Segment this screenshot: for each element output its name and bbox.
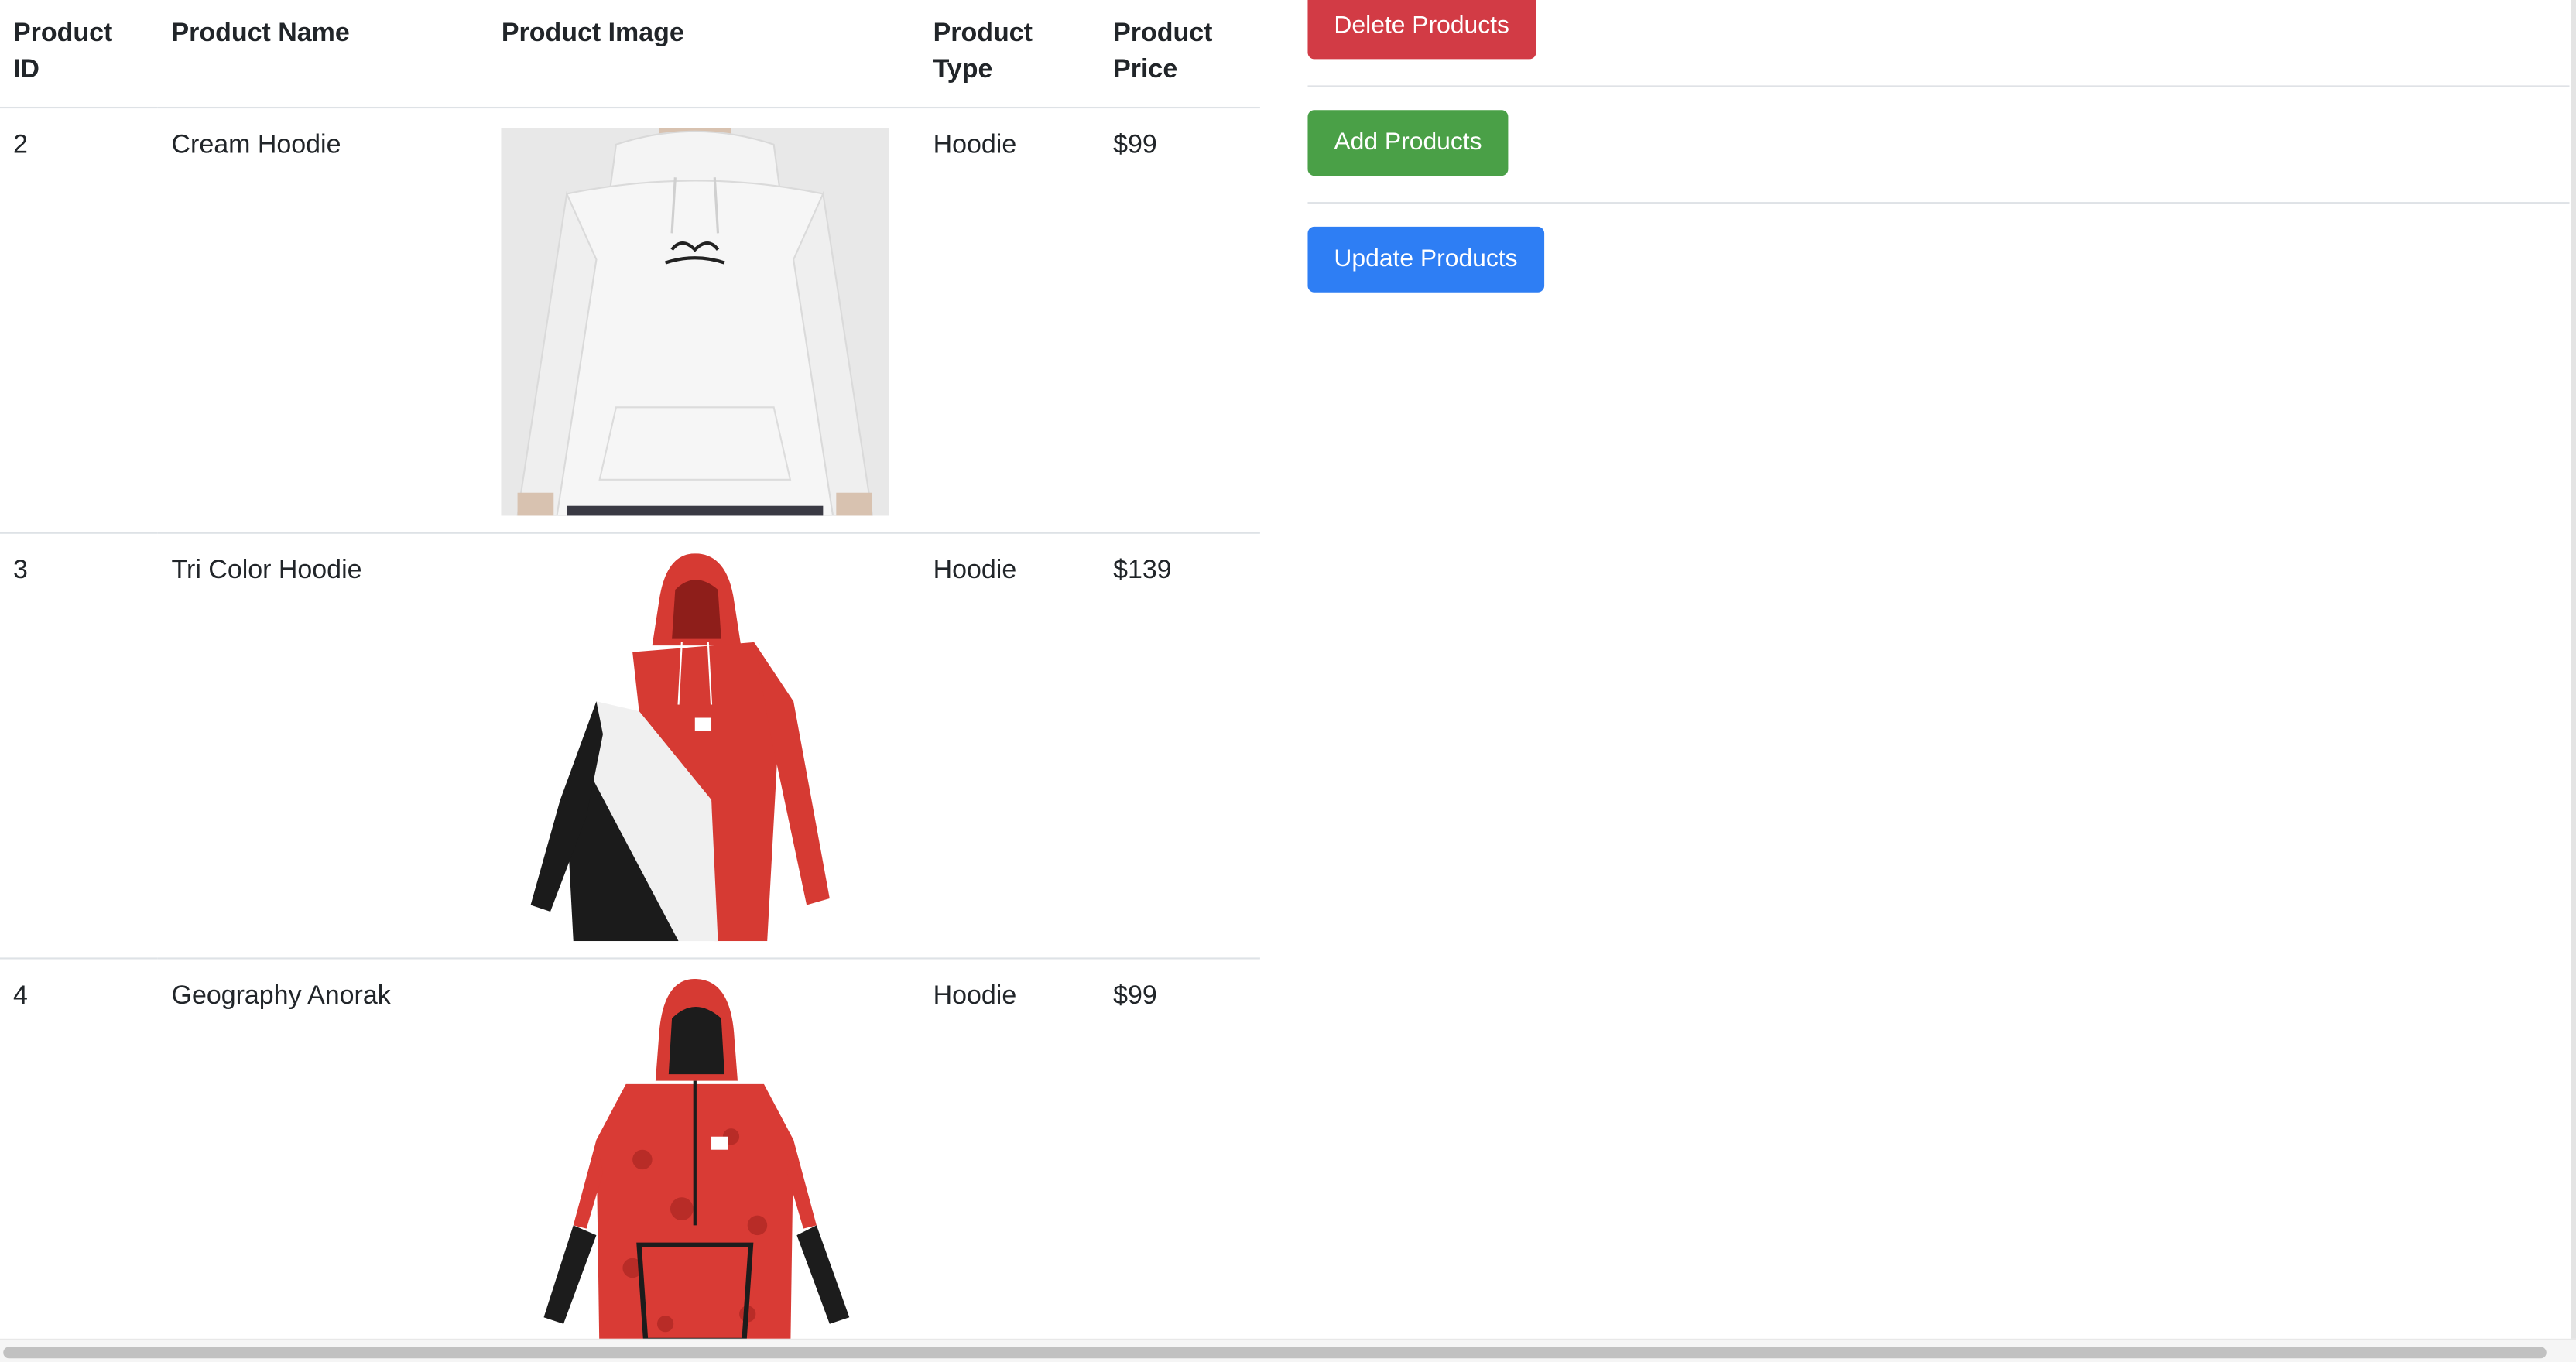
divider [1307,202,2570,204]
cell-product-image [488,532,920,960]
cell-product-type: Hoodie [920,532,1101,960]
header-product-price: Product Price [1100,0,1260,109]
cell-product-image [488,958,920,1362]
tri-color-hoodie-image [501,553,889,942]
delete-products-button[interactable]: Delete Products [1307,0,1536,60]
header-product-id: Product ID [0,0,159,109]
cell-product-price: $99 [1100,958,1260,1362]
cell-product-type: Hoodie [920,958,1101,1362]
update-products-button[interactable]: Update Products [1307,226,1544,293]
divider [1307,85,2570,87]
header-product-type: Product Type [920,0,1101,109]
actions-panel: Delete Products Add Products Update Prod… [1307,0,2570,1362]
header-product-image: Product Image [488,0,920,109]
cell-product-image [488,108,920,534]
table-row: 2 Cream Hoodie Hoodie $99 [0,108,1260,534]
cell-product-id: 2 [0,108,159,534]
cell-product-type: Hoodie [920,108,1101,534]
horizontal-scrollbar[interactable] [0,1338,2576,1362]
page: Product ID Product Name Product Image Pr… [0,0,2576,1362]
cream-hoodie-image [501,128,889,516]
cell-product-name: Cream Hoodie [158,108,488,534]
products-table: Product ID Product Name Product Image Pr… [0,0,1260,1362]
horizontal-scrollbar-thumb[interactable] [3,1347,2547,1359]
header-product-name: Product Name [158,0,488,109]
table-header-row: Product ID Product Name Product Image Pr… [0,0,1260,109]
cell-product-id: 3 [0,532,159,960]
cell-product-id: 4 [0,958,159,1362]
geography-anorak-image [501,978,889,1362]
table-row: 3 Tri Color Hoodie Hoodie $139 [0,532,1260,960]
table-row: 4 Geography Anorak Hoodie $99 [0,958,1260,1362]
cell-product-name: Geography Anorak [158,958,488,1362]
vertical-scrollbar-edge [2571,0,2576,1340]
add-products-button[interactable]: Add Products [1307,110,1509,176]
cell-product-name: Tri Color Hoodie [158,532,488,960]
cell-product-price: $99 [1100,108,1260,534]
cell-product-price: $139 [1100,532,1260,960]
